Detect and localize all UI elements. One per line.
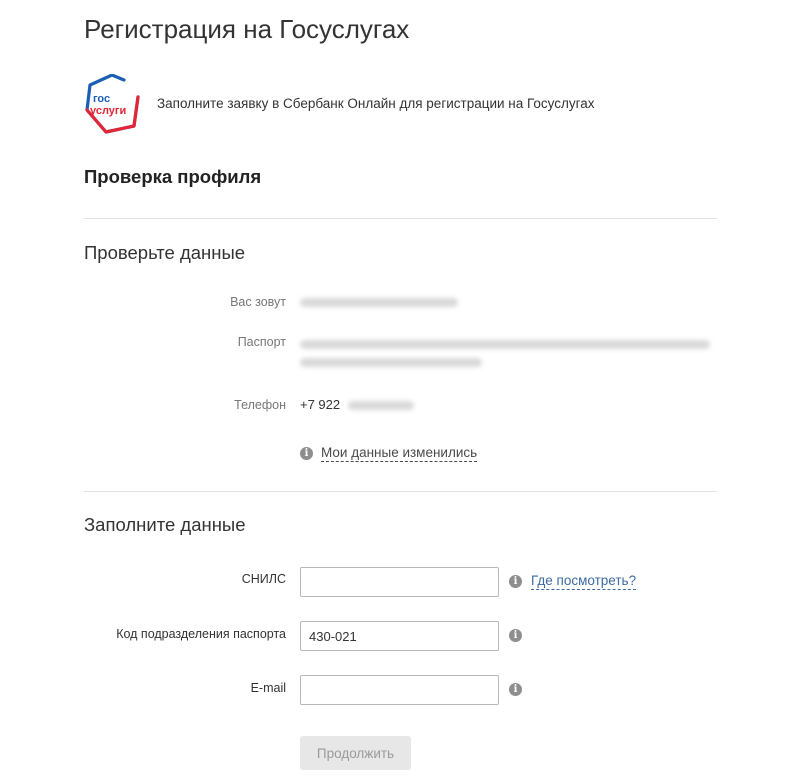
where-to-find-link[interactable]: Где посмотреть? [531,573,637,590]
check-data-title: Проверьте данные [84,242,246,263]
snils-input[interactable] [300,567,499,597]
passport-label: Паспорт [237,335,286,349]
page-title: Регистрация на Госуслугах [84,14,410,44]
info-icon: i [300,447,313,460]
info-icon[interactable]: i [509,629,522,642]
gosuslugi-logo: гос услуги [85,74,140,134]
divider [84,491,717,492]
name-value-redacted [300,294,458,309]
phone-value: +7 922 [300,397,414,412]
fill-data-title: Заполните данные [84,514,246,535]
profile-section-title: Проверка профиля [84,166,262,187]
logo-text-uslugi: услуги [90,105,126,117]
phone-visible-part: +7 922 [300,397,341,412]
phone-label: Телефон [234,398,286,412]
banner-text: Заполните заявку в Сбербанк Онлайн для р… [157,96,595,111]
my-data-changed-link[interactable]: Мои данные изменились [321,445,478,462]
logo-text-gos: гос [93,93,110,105]
phone-redacted-part [347,401,414,411]
email-input[interactable] [300,675,499,705]
info-icon[interactable]: i [509,575,522,588]
passport-code-input[interactable] [300,621,499,651]
name-label: Вас зовут [230,295,286,309]
email-label: E-mail [250,681,286,695]
divider [84,218,717,219]
snils-label: СНИЛС [241,572,286,586]
info-icon[interactable]: i [509,683,522,696]
passport-value-redacted [300,336,710,368]
continue-button[interactable]: Продолжить [300,736,411,770]
passport-code-label: Код подразделения паспорта [116,627,286,641]
